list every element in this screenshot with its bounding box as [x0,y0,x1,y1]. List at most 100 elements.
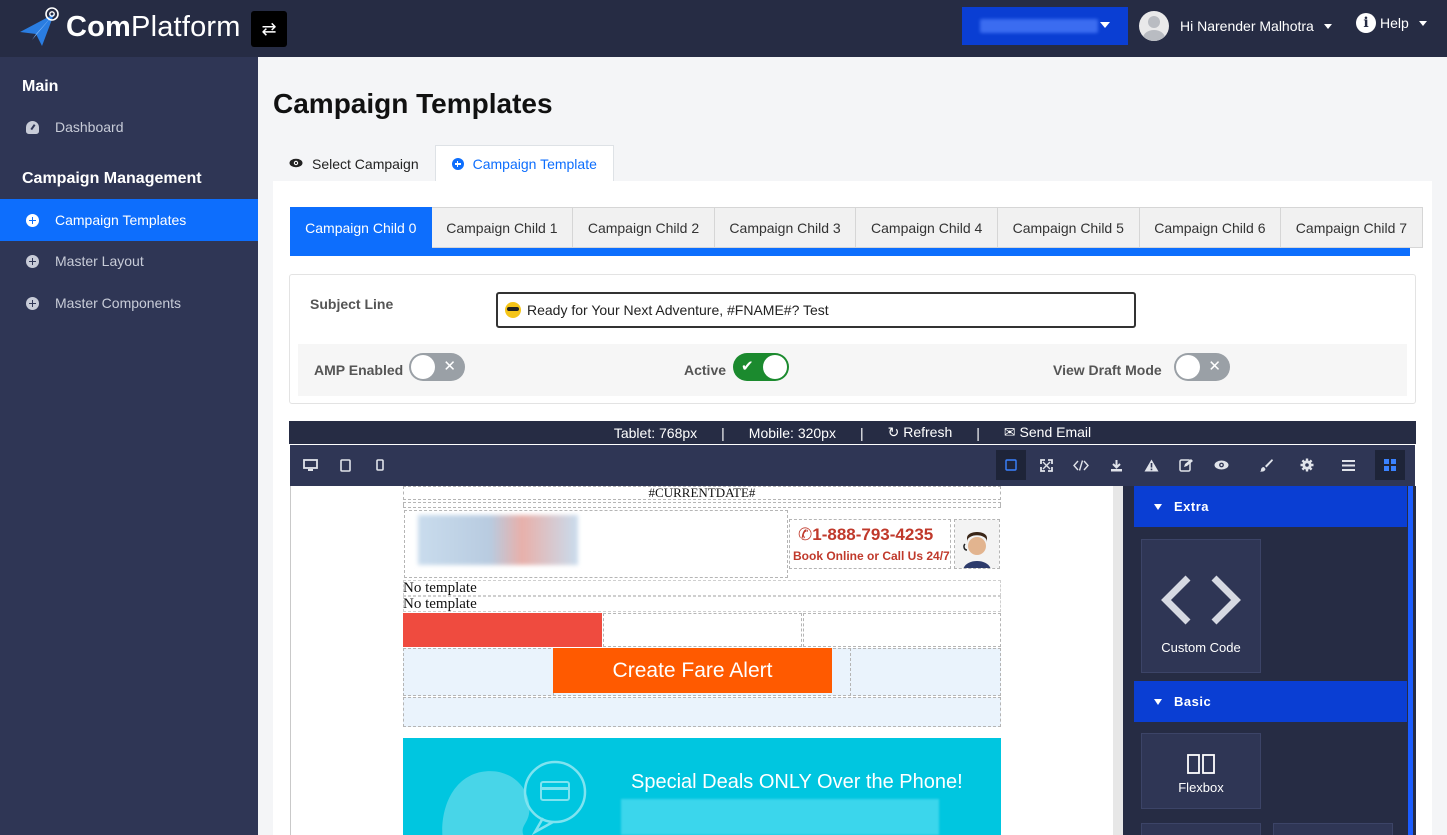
sidebar-item-label: Master Layout [55,253,144,269]
tab-campaign-child-0[interactable]: Campaign Child 0 [290,207,432,248]
amp-enabled-label: AMP Enabled [314,362,404,378]
sidebar-item-label: Dashboard [55,119,124,135]
template-row[interactable] [403,580,1001,596]
tab-campaign-child-7[interactable]: Campaign Child 7 [1281,207,1423,248]
plus-circle-icon [26,254,39,268]
template-row[interactable] [403,596,1001,612]
mobile-preview-link[interactable]: Mobile: 320px [749,425,836,441]
plus-circle-icon [26,296,39,310]
toggle-knob [1176,355,1200,379]
flexbox-icon [1187,754,1215,774]
refresh-button[interactable]: ↻ Refresh [888,424,953,441]
active-toggle[interactable]: ✔ [733,353,789,381]
sidebar-item-dashboard[interactable]: Dashboard [0,106,258,148]
send-email-button[interactable]: ✉ Send Email [1004,424,1091,441]
tablet-icon[interactable] [330,450,360,480]
toggle-row: AMP Enabled ✕ Active ✔ View Draft Mode ✕ [298,344,1407,396]
block-label: Flexbox [1178,780,1224,795]
blocks-category-extra[interactable]: Extra [1134,486,1407,527]
mobile-icon[interactable] [365,450,395,480]
tab-campaign-child-5[interactable]: Campaign Child 5 [997,207,1140,248]
view-draft-mode-label: View Draft Mode [1053,362,1162,378]
desktop-icon[interactable] [295,450,325,480]
nav-cell-red[interactable] [403,613,602,647]
current-date-row[interactable]: #CURRENTDATE# [403,486,1001,500]
tab-campaign-child-1[interactable]: Campaign Child 1 [431,207,574,248]
tab-campaign-child-2[interactable]: Campaign Child 2 [573,207,715,248]
nav-cell[interactable] [603,613,802,647]
nav-cell[interactable] [803,613,1001,647]
canvas-scrollbar[interactable] [1113,486,1123,835]
dashboard-icon [26,120,39,134]
sidebar: Main Dashboard Campaign Management Campa… [0,57,258,835]
category-label: Basic [1174,694,1212,709]
plus-circle-icon [26,213,39,227]
brand-name-light: Platform [131,10,241,43]
select-square-icon[interactable] [996,450,1026,480]
user-menu[interactable]: Hi Narender Malhotra [1139,11,1332,41]
spacer-row[interactable] [403,697,1001,727]
subject-line-value: Ready for Your Next Adventure, #FNAME#? … [527,302,829,318]
sidebar-item-label: Master Components [55,295,182,311]
separator: | [976,424,980,441]
help-menu[interactable]: i Help [1356,13,1427,33]
tablet-preview-link[interactable]: Tablet: 768px [614,425,697,441]
layers-icon[interactable] [1333,450,1363,480]
avatar [1139,11,1169,41]
tab-campaign-child-4[interactable]: Campaign Child 4 [856,207,998,248]
block-tile-partial[interactable] [1141,823,1261,835]
block-custom-code[interactable]: Custom Code [1141,539,1261,673]
amp-enabled-toggle[interactable]: ✕ [409,353,465,381]
fullscreen-icon[interactable] [1031,450,1061,480]
active-tab-indicator [290,248,1410,256]
email-canvas[interactable]: #CURRENTDATE# ✆1-888-793-4235 Book Onlin… [290,486,1123,835]
subject-line-input[interactable]: Ready for Your Next Adventure, #FNAME#? … [496,292,1136,328]
tab-label: Campaign Template [472,156,597,172]
edit-icon[interactable] [1171,450,1201,480]
block-tile-partial[interactable] [1273,823,1393,835]
page-title: Campaign Templates [273,88,553,119]
sidebar-item-campaign-templates[interactable]: Campaign Templates [0,199,258,241]
blocks-scrollbar[interactable] [1408,486,1413,835]
blocks-icon[interactable] [1375,450,1405,480]
toggle-knob [763,355,787,379]
block-flexbox[interactable]: Flexbox [1141,733,1261,809]
logo-cell[interactable] [404,510,788,578]
page-tabs: Select Campaign Campaign Template [273,145,614,182]
download-icon[interactable] [1101,450,1131,480]
tab-campaign-template[interactable]: Campaign Template [434,145,614,182]
code-icon[interactable] [1066,450,1096,480]
gear-icon[interactable] [1292,450,1322,480]
toggle-knob [411,355,435,379]
tab-select-campaign[interactable]: Select Campaign [273,145,435,182]
send-email-label: Send Email [1019,424,1092,440]
sidebar-section-main: Main [22,78,59,95]
warning-icon[interactable] [1136,450,1166,480]
sunglasses-emoji-icon [505,302,521,318]
brush-icon[interactable] [1251,450,1281,480]
tab-campaign-child-3[interactable]: Campaign Child 3 [714,207,857,248]
check-icon: ✔ [741,358,754,375]
preview-eye-icon[interactable] [1206,450,1236,480]
sidebar-item-master-layout[interactable]: Master Layout [0,240,258,282]
create-fare-alert-button[interactable]: Create Fare Alert [553,648,832,693]
app-logo[interactable]: ComPlatform [18,6,241,48]
blocks-category-basic[interactable]: Basic [1134,681,1407,722]
agent-photo [954,519,1000,569]
special-deals-banner[interactable]: Special Deals ONLY Over the Phone! [403,738,1001,835]
account-select[interactable] [962,7,1128,45]
category-label: Extra [1174,499,1210,514]
swap-arrows-button[interactable]: ⇄ [251,11,287,47]
editor-preview-bar: Tablet: 768px | Mobile: 320px | ↻ Refres… [289,421,1416,444]
separator: | [721,424,725,441]
sidebar-item-master-components[interactable]: Master Components [0,282,258,324]
current-date-text: #CURRENTDATE# [648,486,756,500]
phone-cell[interactable]: ✆1-888-793-4235 Book Online or Call Us 2… [789,519,951,569]
view-draft-mode-toggle[interactable]: ✕ [1174,353,1230,381]
tab-campaign-child-6[interactable]: Campaign Child 6 [1139,207,1282,248]
x-icon: ✕ [1208,358,1221,375]
caret-down-icon [1323,23,1332,29]
brand-logo-redacted [418,515,578,565]
spacer-row[interactable] [403,502,1001,508]
banner-subtext-redacted [621,799,939,835]
